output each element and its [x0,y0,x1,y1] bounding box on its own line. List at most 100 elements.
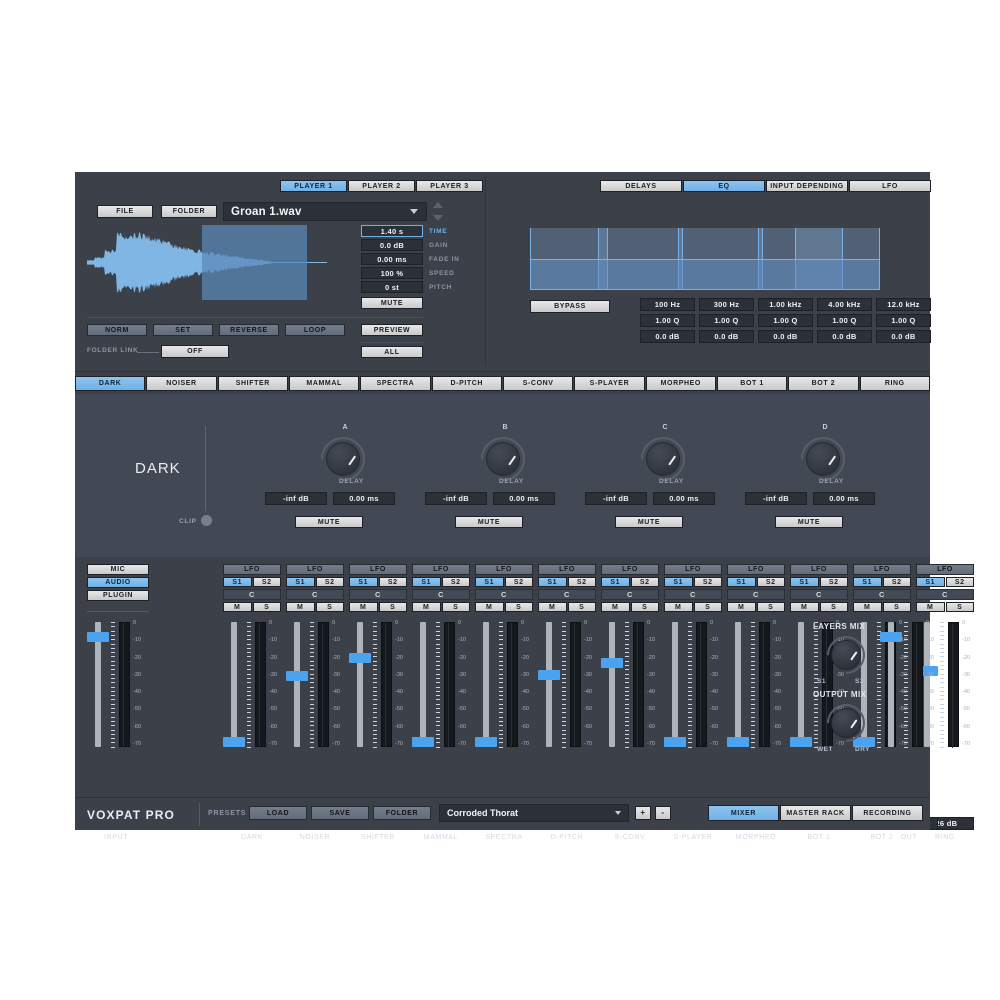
channel-s-conv-fader-track[interactable] [609,622,615,747]
channel-lfo-button[interactable]: LFO [790,564,848,575]
channel-solo-button[interactable]: S [379,602,408,612]
file-button[interactable]: FILE [97,205,153,218]
channel-s1-button[interactable]: S1 [286,577,315,587]
fx-knob-d[interactable] [801,437,845,481]
preset-save-button[interactable]: SAVE [311,806,369,820]
fx-knob-delay[interactable]: 0.00 ms [653,492,715,505]
fx-knob-mute-button[interactable]: MUTE [295,516,363,528]
channel-pan-value[interactable]: C [223,589,281,600]
player-tab-1[interactable]: PLAYER 1 [280,180,347,192]
eq-band-q[interactable]: 1.00 Q [758,314,813,327]
channel-pan-value[interactable]: C [475,589,533,600]
channel-morpheo-fader-handle[interactable] [727,737,749,747]
channel-mute-button[interactable]: M [538,602,567,612]
view-tab-recording[interactable]: RECORDING [852,805,923,821]
fx-knob-delay[interactable]: 0.00 ms [813,492,875,505]
eq-band-q[interactable]: 1.00 Q [699,314,754,327]
channel-mute-button[interactable]: M [412,602,441,612]
channel-pan-value[interactable]: C [538,589,596,600]
channel-s2-button[interactable]: S2 [442,577,471,587]
channel-mute-button[interactable]: M [475,602,504,612]
channel-pan-value[interactable]: C [664,589,722,600]
channel-dark-fader-track[interactable] [231,622,237,747]
channel-shifter-fader-handle[interactable] [349,653,371,663]
channel-lfo-button[interactable]: LFO [727,564,785,575]
fx-knob-mute-button[interactable]: MUTE [455,516,523,528]
eq-band-freq[interactable]: 300 Hz [699,298,754,311]
channel-mammal-fader-handle[interactable] [412,737,434,747]
preset-folder-button[interactable]: FOLDER [373,806,431,820]
channel-pan-value[interactable]: C [286,589,344,600]
input-channel-fader-handle[interactable] [87,632,109,642]
eq-band-q[interactable]: 1.00 Q [817,314,872,327]
channel-s2-button[interactable]: S2 [505,577,534,587]
channel-s1-button[interactable]: S1 [223,577,252,587]
fx-tab-s-player[interactable]: S-PLAYER [574,376,644,391]
layers-mix-knob[interactable] [827,636,865,674]
eq-band-gain[interactable]: 0.0 dB [817,330,872,343]
channel-s2-button[interactable]: S2 [316,577,345,587]
eq-band-gain[interactable]: 0.0 dB [758,330,813,343]
player-tab-2[interactable]: PLAYER 2 [348,180,415,192]
player-param-value[interactable]: 0.00 ms [361,253,423,265]
channel-pan-value[interactable]: C [412,589,470,600]
channel-s1-button[interactable]: S1 [412,577,441,587]
preset-prev-button[interactable]: - [655,806,671,820]
channel-shifter-fader-track[interactable] [357,622,363,747]
channel-mammal-fader-track[interactable] [420,622,426,747]
eq-band-q[interactable]: 1.00 Q [640,314,695,327]
fx-top-tab-lfo[interactable]: LFO [849,180,931,192]
all-button[interactable]: ALL [361,346,423,358]
fx-tab-noiser[interactable]: NOISER [146,376,216,391]
eq-band-gain[interactable]: 0.0 dB [699,330,754,343]
channel-s1-button[interactable]: S1 [853,577,882,587]
fx-tab-mammal[interactable]: MAMMAL [289,376,359,391]
channel-lfo-button[interactable]: LFO [349,564,407,575]
channel-s2-button[interactable]: S2 [631,577,660,587]
fx-knob-c[interactable] [641,437,685,481]
input-source-audio[interactable]: AUDIO [87,577,149,588]
channel-noiser-fader-handle[interactable] [286,671,308,681]
fx-tab-shifter[interactable]: SHIFTER [218,376,288,391]
channel-lfo-button[interactable]: LFO [223,564,281,575]
channel-s1-button[interactable]: S1 [664,577,693,587]
preset-load-button[interactable]: LOAD [249,806,307,820]
player-reverse-button[interactable]: REVERSE [219,324,279,336]
eq-band-freq[interactable]: 12.0 kHz [876,298,931,311]
folder-link-toggle[interactable]: OFF [161,345,229,358]
channel-s2-button[interactable]: S2 [757,577,786,587]
fx-knob-delay[interactable]: 0.00 ms [333,492,395,505]
player-param-value[interactable]: 0.0 dB [361,239,423,251]
channel-solo-button[interactable]: S [883,602,912,612]
fx-knob-level[interactable]: -inf dB [745,492,807,505]
fx-tab-dark[interactable]: DARK [75,376,145,391]
player-param-value[interactable]: 100 % [361,267,423,279]
sample-file-select[interactable]: Groan 1.wav [223,202,427,221]
channel-mute-button[interactable]: M [349,602,378,612]
fx-knob-delay[interactable]: 0.00 ms [493,492,555,505]
channel-pan-value[interactable]: C [790,589,848,600]
channel-solo-button[interactable]: S [757,602,786,612]
channel-mute-button[interactable]: M [853,602,882,612]
channel-s1-button[interactable]: S1 [349,577,378,587]
fx-knob-a[interactable] [321,437,365,481]
channel-mute-button[interactable]: M [601,602,630,612]
channel-mute-button[interactable]: M [286,602,315,612]
channel-bot-1-fader-track[interactable] [798,622,804,747]
channel-s-conv-fader-handle[interactable] [601,658,623,668]
player-tab-3[interactable]: PLAYER 3 [416,180,483,192]
channel-solo-button[interactable]: S [694,602,723,612]
fx-tab-bot-1[interactable]: BOT 1 [717,376,787,391]
channel-noiser-fader-track[interactable] [294,622,300,747]
channel-morpheo-fader-track[interactable] [735,622,741,747]
view-tab-mixer[interactable]: MIXER [708,805,779,821]
channel-bot-1-fader-handle[interactable] [790,737,812,747]
output-mix-knob[interactable] [827,704,865,742]
channel-lfo-button[interactable]: LFO [538,564,596,575]
player-param-value[interactable]: 1.40 s [361,225,423,237]
eq-band-freq[interactable]: 4.00 kHz [817,298,872,311]
player-norm-button[interactable]: NORM [87,324,147,336]
chevron-up-icon[interactable] [433,202,443,208]
channel-s-player-fader-track[interactable] [672,622,678,747]
channel-s1-button[interactable]: S1 [790,577,819,587]
